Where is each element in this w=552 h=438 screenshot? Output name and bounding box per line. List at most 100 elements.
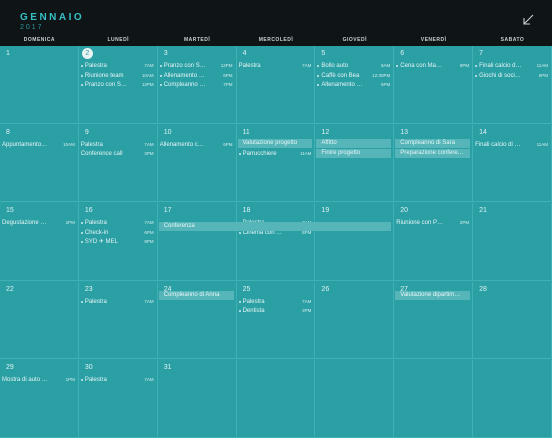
date-number: 16 xyxy=(84,207,93,215)
event-time: 8PM xyxy=(144,239,154,245)
day-cell[interactable]: 9 Palestra 7AM Conference call 2PM xyxy=(78,124,158,203)
day-cell[interactable]: 11Palestra7AMParrucchiere11AM xyxy=(236,124,316,203)
event-title: Check-in xyxy=(84,229,109,236)
calendar-event[interactable]: Pranzo con Sam… 12PM xyxy=(159,62,233,70)
weekday-saturday: SABATO xyxy=(500,37,525,43)
event-title: Palestra xyxy=(238,63,261,69)
day-cell[interactable]: 16 Palestra 7AM Check-in 6PM SYD ✈ MEL 8PM xyxy=(78,203,158,281)
day-cell[interactable] xyxy=(473,360,552,438)
day-cell[interactable]: 5 Bollo auto 9AM Caffè con Bea 12:30PM Allena… xyxy=(315,46,395,124)
calendar-event[interactable]: Giochi di società… 6PM xyxy=(475,72,548,80)
calendar-event[interactable]: Palestra 7AM xyxy=(80,62,154,70)
day-cell[interactable]: 15 Degustazione vini… 2PM xyxy=(0,203,79,281)
day-cell[interactable]: 29 Mostra di auto d'… 1PM xyxy=(0,360,79,438)
event-title: Palestra xyxy=(84,377,107,384)
day-cell[interactable]: 22 xyxy=(0,281,79,360)
calendar-event[interactable]: Compleanno di C… 7PM xyxy=(159,81,233,89)
day-cell[interactable]: 23 Palestra 7AM xyxy=(78,281,158,360)
day-cell[interactable]: 31 xyxy=(157,360,237,438)
event-time: 6PM xyxy=(381,82,391,87)
event-title: Dentista xyxy=(242,308,265,315)
all-day-event-bar[interactable]: Finire progetto xyxy=(316,148,392,158)
day-cell[interactable]: 25 Palestra 7AM Dentista 3PM xyxy=(236,281,316,360)
all-day-event-bar[interactable]: Valutazione dipartim… xyxy=(395,290,471,300)
event-time: 3PM xyxy=(302,308,312,314)
day-cell[interactable]: 14 Finali calcio di Sam 11AM xyxy=(473,124,552,203)
event-title: Finali calcio di Sam xyxy=(479,63,522,69)
calendar-event[interactable]: Palestra 7AM xyxy=(80,376,154,384)
day-cell[interactable]: 17 xyxy=(157,203,237,281)
calendar-event[interactable]: Mostra di auto d'… 1PM xyxy=(2,376,75,384)
all-day-event-bar[interactable]: Valutazione progetto xyxy=(237,138,313,148)
calendar-event[interactable]: Dentista 3PM xyxy=(238,307,312,315)
day-cell[interactable]: 19 xyxy=(315,203,395,281)
all-day-event-bar[interactable]: Compleanno di Anna xyxy=(158,290,234,300)
all-day-event-bar[interactable]: Affitto xyxy=(316,138,392,148)
calendar-event[interactable]: Palestra 7AM xyxy=(80,298,154,306)
calendar-event[interactable]: Bollo auto 9AM xyxy=(317,62,390,70)
date-number: 25 xyxy=(242,285,251,293)
calendar-event[interactable]: Palestra 7AM xyxy=(238,298,311,306)
event-title: Pranzo con Sara xyxy=(84,82,128,88)
day-cell[interactable]: 12Allenamento calci…6PM xyxy=(315,124,395,203)
day-cell[interactable]: 4 Palestra 7AM xyxy=(236,46,316,124)
calendar-event[interactable]: Finali calcio di Sam 11AM xyxy=(475,141,548,149)
day-cell[interactable]: 1 xyxy=(0,46,79,124)
calendar-event[interactable]: Conference call 2PM xyxy=(81,150,154,158)
weekday-monday: LUNEDÌ xyxy=(107,37,130,43)
date-number: 3 xyxy=(163,50,168,57)
date-number: 26 xyxy=(321,285,330,293)
day-cell[interactable]: 26 xyxy=(315,281,395,360)
day-cell[interactable]: 20 Riunione con Pietro 2PM xyxy=(394,203,474,281)
day-cell[interactable]: 2 Palestra 7AM Riunione team 10AM Pranzo con … xyxy=(78,46,158,124)
calendar-event[interactable]: Appuntamento… 10AM xyxy=(2,141,75,149)
calendar-event[interactable]: Finali calcio di Sam 11AM xyxy=(475,62,548,70)
all-day-event-bar[interactable]: Preparazione confere… xyxy=(395,148,471,158)
day-cell[interactable]: 30 Palestra 7AM xyxy=(78,360,158,438)
calendar-event[interactable]: Degustazione vini… 2PM xyxy=(2,219,75,227)
event-title: Allenamento calci… xyxy=(159,141,207,148)
weekday-tuesday: MARTEDÌ xyxy=(183,37,211,43)
date-number: 21 xyxy=(479,207,487,215)
calendar-event[interactable]: SYD ✈ MEL 8PM xyxy=(80,238,154,246)
year-label: 2017 xyxy=(20,24,44,31)
event-title: Bollo auto xyxy=(321,63,349,69)
day-cell[interactable] xyxy=(394,360,474,438)
calendar-event[interactable]: Pranzo con Sara 12PM xyxy=(80,81,154,89)
day-cell[interactable] xyxy=(315,360,395,438)
calendar-event[interactable]: Palestra 7AM xyxy=(80,219,154,227)
calendar-event[interactable]: Palestra 7AM xyxy=(81,141,154,149)
day-cell[interactable]: 7 Finali calcio di Sam 11AM Giochi di socie… xyxy=(473,46,552,124)
date-number: 14 xyxy=(479,128,487,136)
day-cell[interactable]: 6 Cena con Matteo 8PM xyxy=(394,46,474,124)
day-cell[interactable]: 10 Allenamento calci… 6PM xyxy=(157,124,237,203)
all-day-event-bar[interactable]: Conferenza xyxy=(158,222,392,232)
calendar-event[interactable]: Check-in 6PM xyxy=(80,229,154,237)
day-cell[interactable]: 18Palestra7AMCinema con Anto…8PM xyxy=(236,203,316,281)
day-cell[interactable] xyxy=(236,360,316,438)
day-cell[interactable]: 21 xyxy=(473,203,552,281)
calendar-event[interactable]: Caffè con Bea 12:30PM xyxy=(317,72,390,80)
event-title: Parrucchiere xyxy=(242,151,277,158)
calendar-event[interactable]: Cena con Matteo 8PM xyxy=(396,62,469,70)
calendar-event[interactable]: Riunione con Pietro 2PM xyxy=(396,219,469,227)
collapse-arrow-icon[interactable] xyxy=(520,12,536,28)
calendar-event[interactable]: Allenamento calci… 6PM xyxy=(159,72,233,80)
day-cell[interactable]: 8 Appuntamento… 10AM xyxy=(0,124,79,203)
calendar-event[interactable]: Parrucchiere 11AM xyxy=(238,150,311,158)
day-cell[interactable]: 3 Pranzo con Sam… 12PM Allenamento calci… 6P… xyxy=(157,46,237,124)
event-title: Mostra di auto d'… xyxy=(2,377,49,384)
date-number: 23 xyxy=(84,285,93,293)
event-title: Palestra xyxy=(84,298,107,305)
calendar-event[interactable]: Allenamento calci… 6PM xyxy=(160,141,233,149)
all-day-event-bar[interactable]: Compleanno di Sara xyxy=(395,138,471,148)
date-number: 22 xyxy=(6,285,14,293)
date-number: 6 xyxy=(400,50,405,57)
date-number: 5 xyxy=(321,50,326,57)
calendar-event[interactable]: Palestra 7AM xyxy=(239,62,312,70)
event-time: 6PM xyxy=(538,72,548,78)
calendar-event[interactable]: Allenamento calci… 6PM xyxy=(317,81,390,89)
day-cell[interactable]: 28 xyxy=(473,281,552,360)
day-cell[interactable]: 13 xyxy=(394,124,474,203)
calendar-event[interactable]: Riunione team 10AM xyxy=(80,72,154,80)
